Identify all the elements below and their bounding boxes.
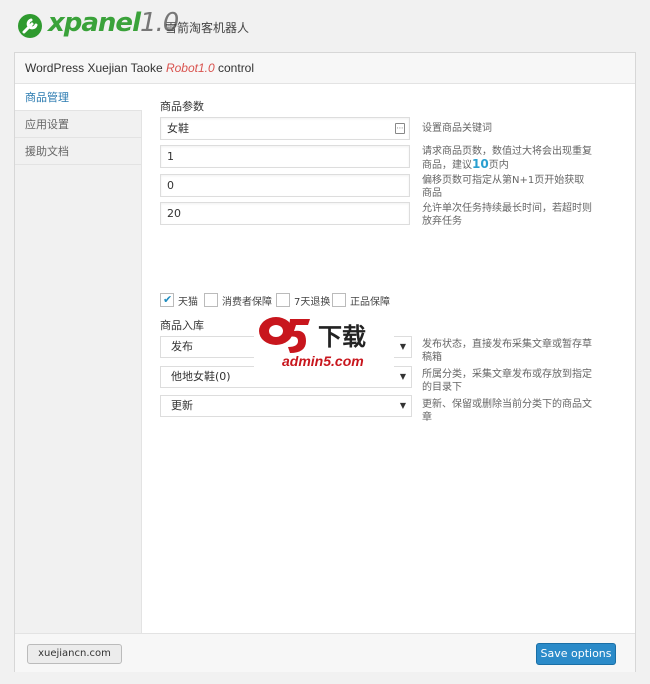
panel-title: WordPress Xuejian Taoke Robot1.0 control [25,61,255,75]
mode-desc: 更新、保留或删除当前分类下的商品文章 [422,399,592,423]
keyword-input[interactable]: 女鞋 ⋯ [160,117,410,140]
keyword-desc: 设置商品关键词 [422,123,492,134]
a5-watermark: 下载 admin5.com [254,311,394,371]
watermark-download-text: 下载 [318,323,366,351]
save-options-button[interactable]: Save options [536,643,616,665]
offset-desc: 偏移页数可指定从第N+1页开始获取商品 [422,175,585,199]
panel-footer: xuejiancn.com Save options [15,633,635,672]
sidebar-item-product-management[interactable]: 商品管理 [15,84,142,111]
wrench-logo-icon [18,14,42,38]
watermark-url: admin5.com [282,353,364,369]
caret-down-icon: ▼ [399,372,406,381]
top-bar: xpanel1.0 雪箭淘客机器人 [0,0,650,52]
timeout-desc: 允许单次任务持续最长时间，若超时则放弃任务 [422,203,592,227]
check-icon: ✔ [163,293,173,306]
section-title-storage: 商品入库 [160,319,204,332]
category-desc: 所属分类，采集文章发布或存放到指定的目录下 [422,369,592,393]
pages-desc: 请求商品页数，数值过大将会出现重复商品，建议10页内 [422,146,592,171]
mode-select[interactable]: 更新 ▼ [160,395,412,417]
a5-logo-icon [259,317,310,353]
keyboard-icon[interactable]: ⋯ [395,123,405,134]
timeout-input[interactable]: 20 [160,202,410,225]
sidebar-item-app-settings[interactable]: 应用设置 [15,111,141,138]
logo-wordmark: xpanel1.0 [48,8,179,38]
sidebar-nav: 商品管理 应用设置 援助文档 [15,84,142,633]
caret-down-icon: ▼ [399,401,406,410]
section-title-params: 商品参数 [160,100,204,113]
keyword-value: 女鞋 [167,122,189,135]
pages-input[interactable]: 1 [160,145,410,168]
caret-down-icon: ▼ [399,342,406,351]
panel-header: WordPress Xuejian Taoke Robot1.0 control [15,53,635,84]
status-desc: 发布状态，直接发布采集文章或暂存草稿箱 [422,339,592,363]
offset-input[interactable]: 0 [160,174,410,197]
sidebar-item-help-docs[interactable]: 援助文档 [15,138,141,165]
site-link-button[interactable]: xuejiancn.com [27,644,122,664]
app-subtitle: 雪箭淘客机器人 [165,21,250,35]
